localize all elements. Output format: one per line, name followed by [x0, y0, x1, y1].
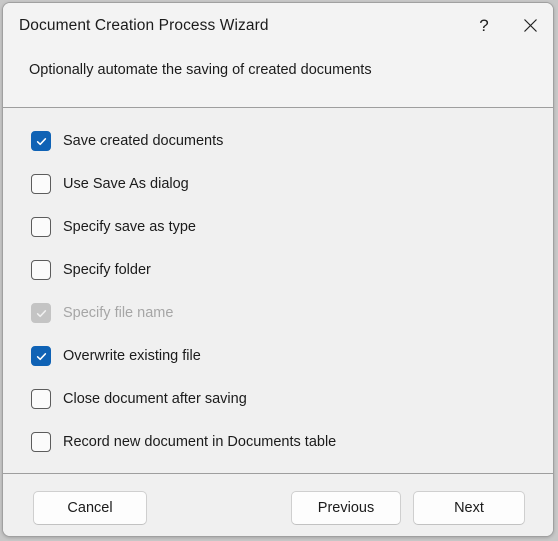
window-controls: ? — [461, 3, 553, 48]
option-save-created-documents[interactable]: Save created documents — [3, 127, 553, 155]
previous-button[interactable]: Previous — [291, 491, 401, 525]
option-close-document-after-saving[interactable]: Close document after saving — [3, 385, 553, 413]
option-label: Specify save as type — [63, 219, 196, 235]
checkbox-checked[interactable] — [31, 346, 51, 366]
option-record-new-document[interactable]: Record new document in Documents table — [3, 428, 553, 456]
checkbox-unchecked[interactable] — [31, 174, 51, 194]
title-bar: Document Creation Process Wizard ? — [3, 3, 553, 48]
checkbox-unchecked[interactable] — [31, 217, 51, 237]
footer-bar: Cancel Previous Next — [3, 473, 553, 536]
checkbox-unchecked[interactable] — [31, 432, 51, 452]
close-icon — [523, 18, 538, 33]
option-specify-save-as-type[interactable]: Specify save as type — [3, 213, 553, 241]
dialog-subtitle: Optionally automate the saving of create… — [29, 62, 372, 78]
help-button[interactable]: ? — [461, 3, 507, 48]
help-icon: ? — [479, 15, 489, 35]
wizard-dialog: Document Creation Process Wizard ? Optio… — [2, 2, 554, 537]
option-label: Use Save As dialog — [63, 176, 189, 192]
close-button[interactable] — [507, 3, 553, 48]
option-specify-folder[interactable]: Specify folder — [3, 256, 553, 284]
option-label: Overwrite existing file — [63, 348, 201, 364]
option-overwrite-existing-file[interactable]: Overwrite existing file — [3, 342, 553, 370]
option-label: Specify folder — [63, 262, 151, 278]
page-title: Document Creation Process Wizard — [19, 16, 269, 34]
option-label: Save created documents — [63, 133, 224, 149]
cancel-button[interactable]: Cancel — [33, 491, 147, 525]
checkbox-checked[interactable] — [31, 131, 51, 151]
next-button[interactable]: Next — [413, 491, 525, 525]
subtitle-band: Optionally automate the saving of create… — [3, 48, 553, 108]
checkbox-unchecked[interactable] — [31, 389, 51, 409]
checkbox-disabled-checked — [31, 303, 51, 323]
option-specify-file-name: Specify file name — [3, 299, 553, 327]
checkbox-unchecked[interactable] — [31, 260, 51, 280]
option-label: Record new document in Documents table — [63, 434, 337, 450]
option-use-save-as-dialog[interactable]: Use Save As dialog — [3, 170, 553, 198]
options-list: Save created documents Use Save As dialo… — [3, 108, 553, 473]
option-label: Specify file name — [63, 305, 174, 321]
option-label: Close document after saving — [63, 391, 247, 407]
